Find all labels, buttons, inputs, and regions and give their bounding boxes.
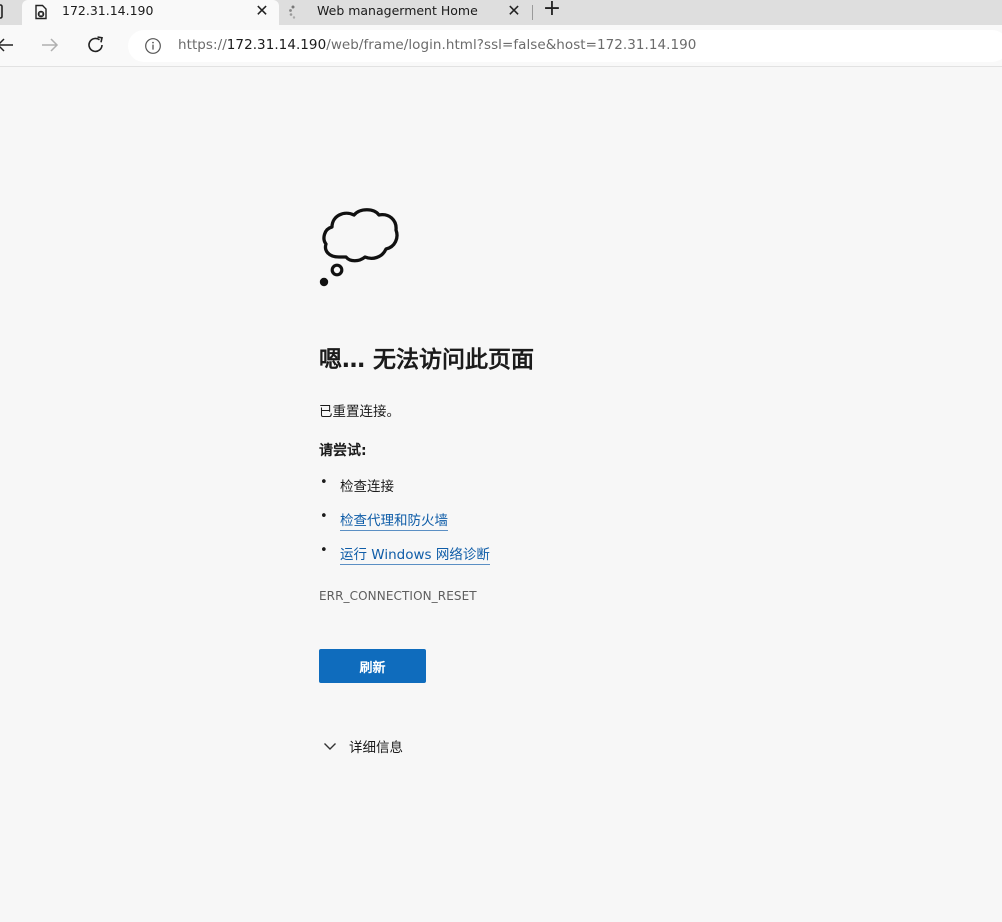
suggestion-check-connection: 检查连接 bbox=[340, 479, 394, 495]
try-label: 请尝试: bbox=[319, 443, 367, 459]
bullet: • bbox=[320, 509, 328, 524]
error-code: ERR_CONNECTION_RESET bbox=[319, 589, 477, 603]
close-tab-icon[interactable]: ✕ bbox=[255, 3, 269, 19]
tab-strip: 172.31.14.190 ✕ Web managerment Home ✕ + bbox=[0, 0, 1002, 25]
details-toggle[interactable]: 详细信息 bbox=[323, 736, 403, 756]
thought-cloud-icon bbox=[319, 208, 399, 287]
forward-arrow-icon[interactable] bbox=[39, 34, 61, 56]
details-label: 详细信息 bbox=[349, 740, 403, 756]
reload-icon[interactable] bbox=[85, 34, 107, 56]
new-tab-button[interactable]: + bbox=[541, 0, 563, 20]
url-path: /web/frame/login.html?ssl=false&host=172… bbox=[326, 37, 697, 53]
bullet: • bbox=[320, 543, 328, 558]
chevron-down-icon bbox=[324, 743, 336, 750]
tab-title: 172.31.14.190 bbox=[62, 3, 154, 18]
previous-tab-stub-icon[interactable] bbox=[0, 3, 6, 21]
tab-divider bbox=[532, 5, 533, 20]
url-host: 172.31.14.190 bbox=[226, 37, 327, 53]
tab-title: Web managerment Home bbox=[317, 3, 478, 18]
url-scheme: https:// bbox=[178, 37, 227, 53]
url-text[interactable]: https://172.31.14.190/web/frame/login.ht… bbox=[178, 37, 696, 53]
refresh-button[interactable]: 刷新 bbox=[319, 649, 426, 683]
tab-inactive[interactable]: Web managerment Home ✕ bbox=[281, 0, 531, 25]
address-bar[interactable]: https://172.31.14.190/web/frame/login.ht… bbox=[128, 30, 1002, 62]
close-tab-icon[interactable]: ✕ bbox=[507, 3, 521, 19]
browser-toolbar: https://172.31.14.190/web/frame/login.ht… bbox=[0, 25, 1002, 67]
tab-active[interactable]: 172.31.14.190 ✕ bbox=[22, 0, 279, 25]
info-icon[interactable] bbox=[144, 37, 162, 55]
error-description: 已重置连接。 bbox=[319, 404, 400, 420]
back-arrow-icon[interactable] bbox=[0, 34, 16, 56]
page-error-icon bbox=[35, 4, 47, 20]
check-proxy-firewall-link[interactable]: 检查代理和防火墙 bbox=[340, 509, 448, 531]
windows-network-diagnostics-link[interactable]: 运行 Windows 网络诊断 bbox=[340, 543, 490, 565]
error-heading: 嗯… 无法访问此页面 bbox=[319, 347, 535, 373]
bullet: • bbox=[320, 475, 328, 490]
loading-spinner-icon bbox=[289, 5, 296, 19]
